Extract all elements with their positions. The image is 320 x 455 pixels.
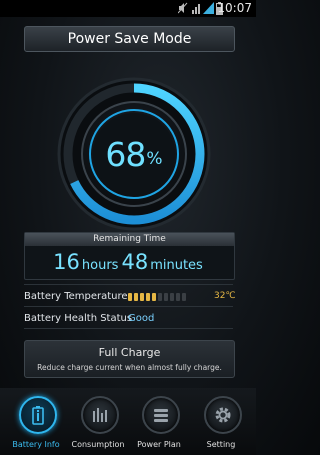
temperature-bar	[170, 293, 174, 301]
battery-percent-value: 68	[105, 134, 146, 174]
remaining-minutes-unit: minutes	[150, 258, 203, 273]
temperature-bar	[152, 293, 156, 301]
nav-label: Power Plan	[137, 440, 181, 449]
divider	[24, 284, 233, 285]
bottom-nav: Battery Info Consumption Power Plan Sett…	[0, 388, 256, 455]
health-value: Good	[128, 313, 155, 324]
status-time: 10:07	[217, 1, 252, 15]
remaining-time-value: 16 hours 48 minutes	[25, 250, 234, 274]
divider	[24, 328, 233, 329]
status-bar: 10:07	[0, 0, 256, 17]
health-label: Battery Health Status	[24, 313, 133, 324]
full-charge-card[interactable]: Full Charge Reduce charge current when a…	[24, 340, 235, 378]
nav-setting[interactable]: Setting	[189, 388, 253, 455]
remaining-hours: 16	[53, 250, 80, 274]
divider	[24, 306, 233, 307]
mute-icon	[178, 2, 188, 14]
battery-percent: 68 %	[56, 76, 212, 232]
remaining-hours-unit: hours	[81, 258, 119, 273]
nav-battery-info[interactable]: Battery Info	[4, 388, 68, 455]
consumption-icon	[93, 408, 107, 422]
full-charge-title: Full Charge	[98, 346, 161, 359]
temperature-value: 32℃	[214, 291, 236, 301]
nav-label: Setting	[206, 440, 236, 449]
page-title: Power Save Mode	[24, 26, 235, 52]
temperature-bar	[176, 293, 180, 301]
nav-label: Battery Info	[12, 440, 60, 449]
temperature-label: Battery Temperature	[24, 291, 128, 302]
temperature-bar	[182, 293, 186, 301]
battery-icon	[32, 406, 44, 425]
temperature-bar	[158, 293, 162, 301]
temperature-bar	[128, 293, 132, 301]
remaining-minutes: 48	[121, 250, 149, 274]
gear-icon	[215, 407, 231, 423]
temperature-bar	[146, 293, 150, 301]
temperature-meter	[128, 293, 188, 301]
temperature-bar	[134, 293, 138, 301]
nav-power-plan[interactable]: Power Plan	[127, 388, 191, 455]
nav-consumption[interactable]: Consumption	[66, 388, 130, 455]
full-charge-description: Reduce charge current when almost fully …	[37, 363, 222, 372]
signal-icon	[203, 2, 214, 14]
wifi-icon	[192, 4, 200, 14]
power-plan-icon	[154, 409, 168, 422]
remaining-time-panel: Remaining Time 16 hours 48 minutes	[24, 232, 235, 280]
temperature-bar	[164, 293, 168, 301]
battery-percent-sign: %	[146, 149, 163, 169]
nav-label: Consumption	[71, 440, 125, 449]
remaining-time-label: Remaining Time	[25, 233, 234, 246]
temperature-bar	[140, 293, 144, 301]
